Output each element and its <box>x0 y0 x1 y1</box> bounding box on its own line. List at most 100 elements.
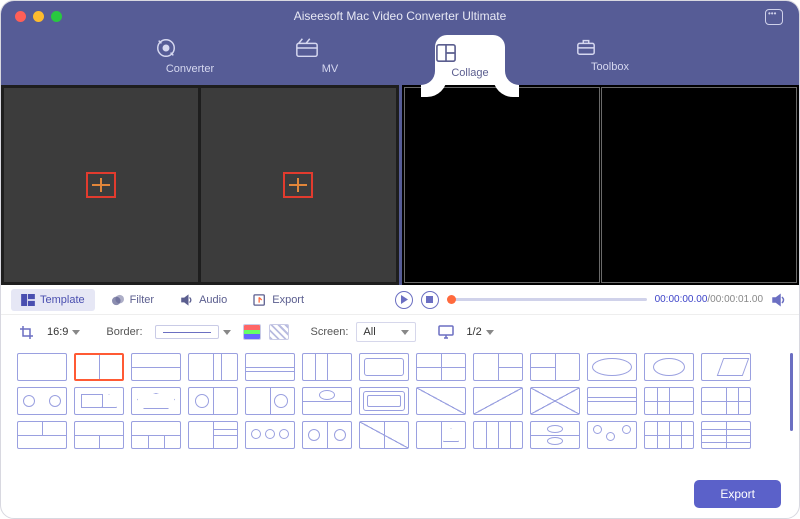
page-value: 1/2 <box>466 326 481 338</box>
nav-label: Collage <box>451 67 488 79</box>
time-total: 00:00:01.00 <box>710 294 763 305</box>
collage-icon <box>435 43 505 63</box>
tab-filter[interactable]: Filter <box>101 289 164 311</box>
template-tile[interactable] <box>17 353 67 381</box>
screen-value: All <box>363 326 397 338</box>
template-tile[interactable] <box>245 421 295 449</box>
template-tile[interactable] <box>701 421 751 449</box>
border-pattern-button[interactable] <box>269 324 289 340</box>
titlebar: Aiseesoft Mac Video Converter Ultimate C… <box>1 1 799 85</box>
chevron-down-icon <box>72 330 80 335</box>
feedback-icon[interactable] <box>765 9 783 25</box>
monitor-icon <box>438 325 454 339</box>
border-color-button[interactable] <box>243 324 261 340</box>
app-title: Aiseesoft Mac Video Converter Ultimate <box>1 9 799 23</box>
template-grid-wrap <box>1 349 799 449</box>
aspect-ratio-value: 16:9 <box>47 326 68 338</box>
tab-label: Export <box>272 294 304 306</box>
template-tile[interactable] <box>302 353 352 381</box>
template-tile[interactable] <box>701 353 751 381</box>
template-tile[interactable] <box>74 387 124 415</box>
template-tile[interactable] <box>530 353 580 381</box>
preview-slot-2 <box>602 88 796 282</box>
preview-slot-1 <box>405 88 599 282</box>
tab-export[interactable]: Export <box>243 289 314 311</box>
export-button[interactable]: Export <box>694 480 781 508</box>
template-tile[interactable] <box>587 387 637 415</box>
stop-button[interactable] <box>421 291 439 309</box>
collage-workspace <box>1 85 799 285</box>
template-tile[interactable] <box>644 353 694 381</box>
template-tile[interactable] <box>473 387 523 415</box>
page-select[interactable]: 1/2 <box>462 324 497 340</box>
border-style-select[interactable] <box>151 323 235 341</box>
template-tile[interactable] <box>245 387 295 415</box>
template-tile[interactable] <box>416 421 466 449</box>
template-tile[interactable] <box>74 421 124 449</box>
aspect-ratio-select[interactable]: 16:9 <box>43 324 84 340</box>
tab-label: Template <box>40 294 85 306</box>
template-tile[interactable] <box>188 387 238 415</box>
nav-label: Converter <box>166 63 214 75</box>
nav-toolbox[interactable]: Toolbox <box>575 37 645 85</box>
timecode: 00:00:00.00/00:00:01.00 <box>655 294 763 305</box>
chevron-down-icon <box>486 330 494 335</box>
template-tile[interactable] <box>131 421 181 449</box>
export-icon <box>253 294 267 306</box>
seek-knob[interactable] <box>447 295 456 304</box>
template-tile[interactable] <box>17 421 67 449</box>
tab-label: Filter <box>130 294 154 306</box>
template-tile[interactable] <box>416 387 466 415</box>
scrollbar[interactable] <box>790 353 793 431</box>
preview-area <box>399 85 800 285</box>
template-tile[interactable] <box>587 353 637 381</box>
converter-icon <box>155 37 225 59</box>
collage-slot-2[interactable] <box>201 88 395 282</box>
footer: Export <box>694 480 781 508</box>
template-tile[interactable] <box>530 387 580 415</box>
template-tile[interactable] <box>74 353 124 381</box>
template-tile[interactable] <box>302 421 352 449</box>
template-tile[interactable] <box>644 421 694 449</box>
volume-icon[interactable] <box>771 293 787 307</box>
nav-label: Toolbox <box>591 61 629 73</box>
template-tile[interactable] <box>359 387 409 415</box>
nav-converter[interactable]: Converter <box>155 37 225 85</box>
border-label: Border: <box>106 326 142 338</box>
play-button[interactable] <box>395 291 413 309</box>
main-nav: Converter MV Collage <box>1 37 799 85</box>
template-tile[interactable] <box>188 421 238 449</box>
screen-select[interactable]: All <box>356 322 416 342</box>
nav-collage[interactable]: Collage <box>435 35 505 85</box>
template-tile[interactable] <box>701 387 751 415</box>
template-tile[interactable] <box>359 353 409 381</box>
template-tile[interactable] <box>245 353 295 381</box>
collage-canvas <box>1 85 399 285</box>
template-tile[interactable] <box>473 421 523 449</box>
collage-slot-1[interactable] <box>4 88 198 282</box>
template-tile[interactable] <box>359 421 409 449</box>
tab-label: Audio <box>199 294 227 306</box>
template-tile[interactable] <box>644 387 694 415</box>
aspect-icon <box>19 325 35 339</box>
template-tile[interactable] <box>530 421 580 449</box>
template-tile[interactable] <box>131 387 181 415</box>
template-tile[interactable] <box>587 421 637 449</box>
template-tile[interactable] <box>416 353 466 381</box>
template-grid <box>17 353 783 449</box>
add-media-icon <box>86 172 116 198</box>
template-tile[interactable] <box>17 387 67 415</box>
template-tile[interactable] <box>473 353 523 381</box>
tab-audio[interactable]: Audio <box>170 289 237 311</box>
seek-slider[interactable] <box>447 298 647 301</box>
template-tile[interactable] <box>302 387 352 415</box>
nav-mv[interactable]: MV <box>295 37 365 85</box>
tab-template[interactable]: Template <box>11 289 95 311</box>
nav-label: MV <box>322 63 339 75</box>
template-icon <box>21 294 35 306</box>
border-style-preview <box>155 325 219 339</box>
template-options: 16:9 Border: Screen: All 1/2 <box>1 315 799 349</box>
toolbox-icon <box>575 37 645 57</box>
template-tile[interactable] <box>131 353 181 381</box>
template-tile[interactable] <box>188 353 238 381</box>
